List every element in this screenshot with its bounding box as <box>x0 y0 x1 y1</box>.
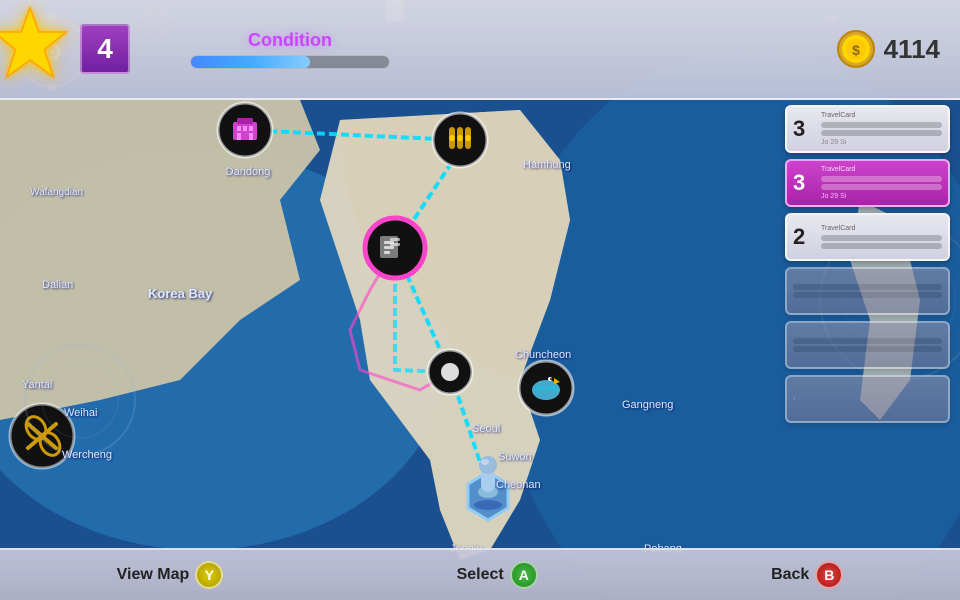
y-button-label: Y <box>205 567 214 583</box>
card-line-4a <box>793 284 942 290</box>
card-subtext-2: Jo 29 Si <box>821 193 942 200</box>
coin-icon: $ <box>836 29 876 69</box>
card-lines-1: TravelCard Jo 29 Si <box>821 112 942 146</box>
right-panel: 3 TravelCard Jo 29 Si 3 TravelCard Jo 29… <box>785 105 950 423</box>
card-number-3: 2 <box>793 224 817 250</box>
card-dot-6: • <box>793 396 942 403</box>
card-lines-5 <box>793 338 942 352</box>
card-type-2: TravelCard <box>821 166 942 173</box>
card-item-1[interactable]: 3 TravelCard Jo 29 Si <box>785 105 950 153</box>
card-item-6: • <box>785 375 950 423</box>
card-item-4 <box>785 267 950 315</box>
svg-text:Wercheng: Wercheng <box>62 449 112 461</box>
coin-amount: 4114 <box>884 34 940 65</box>
svg-text:Seoul: Seoul <box>472 423 500 435</box>
card-lines-2: TravelCard Jo 29 Si <box>821 166 942 200</box>
card-item-5 <box>785 321 950 369</box>
svg-text:Wafangdian: Wafangdian <box>30 187 83 198</box>
back-label: Back <box>771 566 809 584</box>
coins-area: $ 4114 <box>836 29 940 69</box>
condition-bar-fill <box>191 56 310 68</box>
card-line-1b <box>821 130 942 136</box>
card-line-3a <box>821 235 942 241</box>
view-map-label: View Map <box>117 566 190 584</box>
back-control[interactable]: Back B <box>771 561 843 589</box>
bottom-controls: View Map Y Select A Back B <box>0 548 960 600</box>
view-map-control[interactable]: View Map Y <box>117 561 224 589</box>
svg-text:$: $ <box>852 42 860 58</box>
b-button[interactable]: B <box>815 561 843 589</box>
select-label: Select <box>457 566 504 584</box>
card-line-4b <box>793 292 942 298</box>
select-control[interactable]: Select A <box>457 561 538 589</box>
svg-text:Dalian: Dalian <box>42 279 73 291</box>
svg-text:Gangneng: Gangneng <box>622 399 673 411</box>
card-number-1: 3 <box>793 116 817 142</box>
condition-bar <box>190 55 390 69</box>
svg-text:Yantai: Yantai <box>22 379 52 391</box>
condition-label: Condition <box>248 30 332 51</box>
b-button-label: B <box>824 567 834 583</box>
a-button-label: A <box>519 567 529 583</box>
card-line-3b <box>821 243 942 249</box>
svg-text:Hamhung: Hamhung <box>523 159 571 171</box>
card-type-1: TravelCard <box>821 112 942 119</box>
card-line-5a <box>793 338 942 344</box>
card-line-5b <box>793 346 942 352</box>
card-lines-3: TravelCard <box>821 225 942 249</box>
card-line-2b <box>821 184 942 190</box>
card-type-3: TravelCard <box>821 225 942 232</box>
card-item-3[interactable]: 2 TravelCard <box>785 213 950 261</box>
svg-text:Chuncheon: Chuncheon <box>515 349 571 361</box>
card-lines-4 <box>793 284 942 298</box>
condition-area: Condition <box>140 30 440 69</box>
card-item-2[interactable]: 3 TravelCard Jo 29 Si <box>785 159 950 207</box>
svg-text:Weihai: Weihai <box>64 407 97 419</box>
svg-text:Dandong: Dandong <box>226 166 271 178</box>
a-button[interactable]: A <box>510 561 538 589</box>
card-lines-6: • <box>793 396 942 403</box>
card-number-2: 3 <box>793 170 817 196</box>
turn-number: 4 <box>80 24 130 74</box>
card-subtext-1: Jo 29 Si <box>821 139 942 146</box>
card-line-1a <box>821 122 942 128</box>
card-line-2a <box>821 176 942 182</box>
svg-text:Suwon: Suwon <box>498 451 532 463</box>
top-hud: 4 Condition $ 4114 <box>0 0 960 100</box>
svg-text:Korea Bay: Korea Bay <box>148 286 213 301</box>
star-icon <box>0 4 80 94</box>
svg-text:Cheonan: Cheonan <box>496 479 541 491</box>
y-button[interactable]: Y <box>195 561 223 589</box>
